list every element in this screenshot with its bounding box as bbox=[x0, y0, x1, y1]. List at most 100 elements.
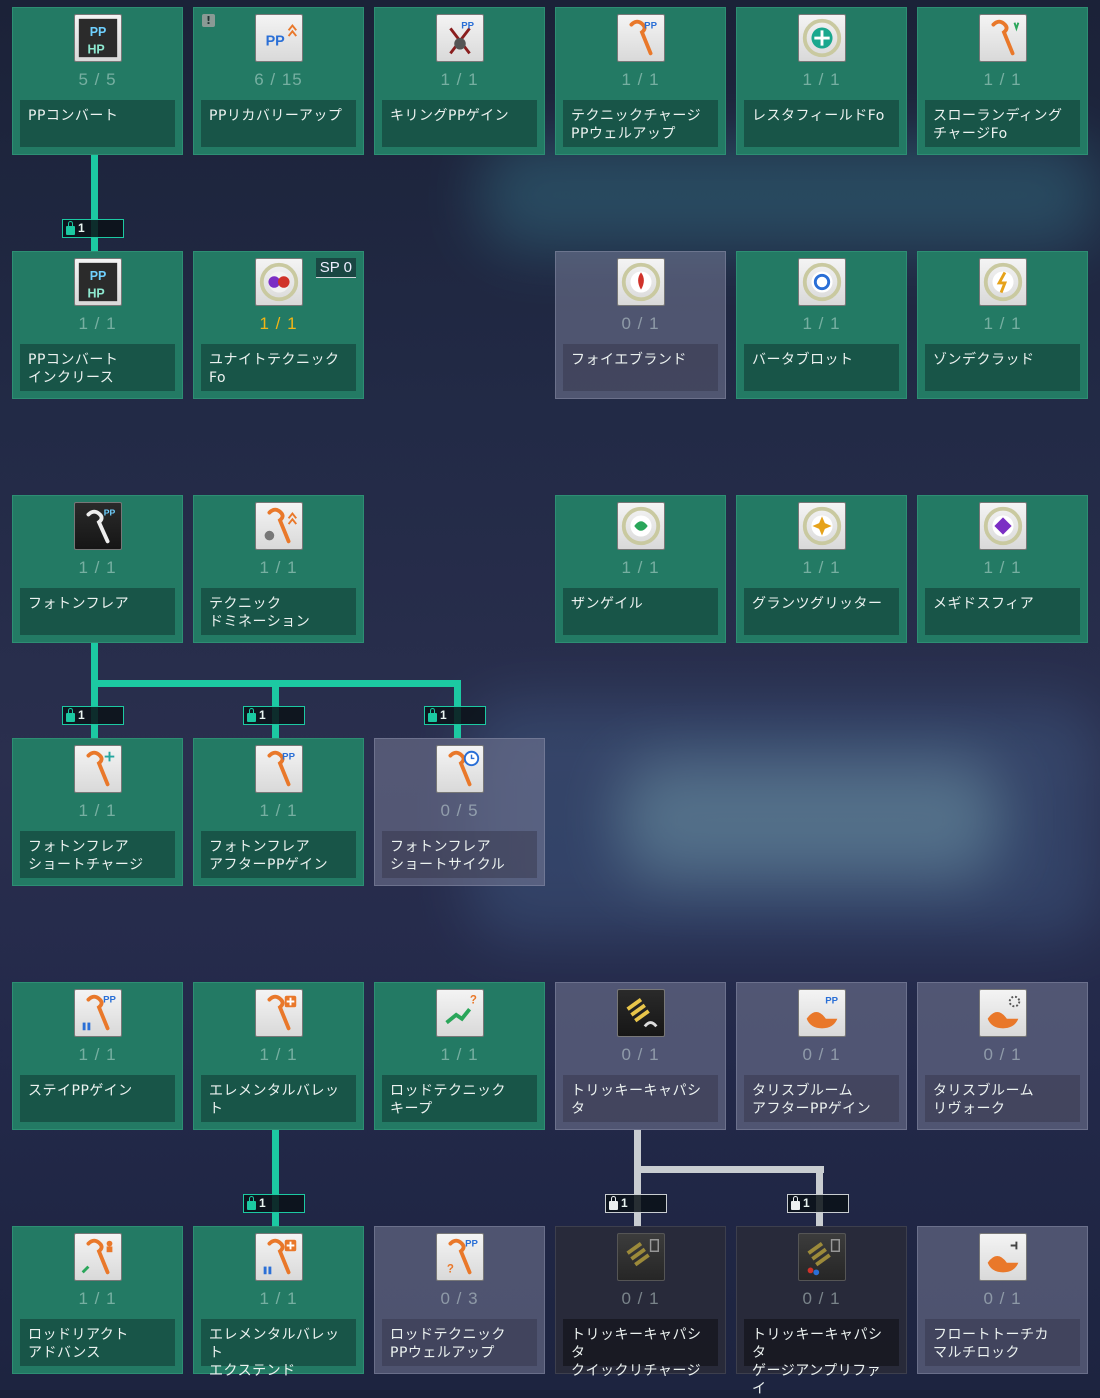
rod-pp-icon: PP bbox=[255, 745, 303, 793]
barta-blot-icon bbox=[798, 258, 846, 306]
rod-clock-icon bbox=[436, 745, 484, 793]
skill-card[interactable]: 0 / 1 トリッキーキャパシタ bbox=[555, 982, 726, 1130]
skill-card[interactable]: 1 / 1 ザンゲイル bbox=[555, 495, 726, 643]
skill-card[interactable]: 1 / 1 グランツグリッター bbox=[736, 495, 907, 643]
skill-card[interactable]: 0 / 1 トリッキーキャパシタ ゲージアンプリファイ bbox=[736, 1226, 907, 1397]
skill-name: ステイPPゲイン bbox=[28, 1083, 133, 1099]
skill-level: 5 / 5 bbox=[78, 70, 117, 89]
lock-icon bbox=[609, 1195, 618, 1210]
skill-card[interactable]: 1 / 1 ゾンデクラッド bbox=[917, 251, 1088, 399]
unlock-requirement: 1 bbox=[424, 706, 486, 725]
skill-card[interactable]: PP HP 5 / 5 PPコンバート bbox=[12, 7, 183, 155]
skill-name: ロッドリアクト アドバンス bbox=[28, 1327, 129, 1361]
technique-domination-icon bbox=[255, 502, 303, 550]
skill-card[interactable]: 0 / 1 タリスブルーム リヴォーク bbox=[917, 982, 1088, 1130]
skill-name-box: フロートトーチカ マルチロック bbox=[925, 1319, 1080, 1366]
zan-gale-icon bbox=[617, 502, 665, 550]
skill-level: 1 / 1 bbox=[621, 558, 660, 577]
skill-card[interactable]: ? 1 / 1 ロッドテクニック キープ bbox=[374, 982, 545, 1130]
lock-icon bbox=[66, 220, 75, 235]
skill-card[interactable]: PP 1 / 1 キリングPPゲイン bbox=[374, 7, 545, 155]
skill-card[interactable]: SP 0 1 / 1 ユナイトテクニックFo bbox=[193, 251, 364, 399]
skill-level: 1 / 1 bbox=[802, 558, 841, 577]
svg-text:PP: PP bbox=[266, 34, 286, 50]
skill-level: 0 / 1 bbox=[621, 1045, 660, 1064]
skill-card[interactable]: PP 1 / 1 ステイPPゲイン bbox=[12, 982, 183, 1130]
skill-name: PPコンバート bbox=[28, 108, 119, 124]
skill-name: エレメンタルバレット bbox=[209, 1083, 340, 1117]
rod-react-icon bbox=[74, 1233, 122, 1281]
lock-count: 1 bbox=[78, 708, 85, 722]
lock-icon bbox=[66, 707, 75, 722]
lock-count: 1 bbox=[621, 1196, 628, 1210]
zonde-clad-icon bbox=[979, 258, 1027, 306]
unlock-requirement: 1 bbox=[62, 706, 124, 725]
skill-name: トリッキーキャパシタ ゲージアンプリファイ bbox=[752, 1327, 883, 1397]
skill-card[interactable]: PP 0 / 1 タリスブルーム アフターPPゲイン bbox=[736, 982, 907, 1130]
skill-card[interactable]: 1 / 1 エレメンタルバレット bbox=[193, 982, 364, 1130]
skill-card[interactable]: PP 1 / 1 フォトンフレア bbox=[12, 495, 183, 643]
skill-name: キリングPPゲイン bbox=[390, 108, 510, 124]
skill-name-box: ロッドテクニック キープ bbox=[382, 1075, 537, 1122]
skill-level: 1 / 1 bbox=[802, 70, 841, 89]
skill-card[interactable]: PP 1 / 1 テクニックチャージ PPウェルアップ bbox=[555, 7, 726, 155]
skill-name: テクニックチャージ PPウェルアップ bbox=[571, 108, 702, 142]
skill-name-box: キリングPPゲイン bbox=[382, 100, 537, 147]
lock-icon bbox=[247, 1195, 256, 1210]
skill-level: 0 / 1 bbox=[802, 1289, 841, 1308]
skill-card[interactable]: PP 1 / 1 フォトンフレア アフターPPゲイン bbox=[193, 738, 364, 886]
lock-icon bbox=[791, 1195, 800, 1210]
skill-card[interactable]: 0 / 1 フォイエブランド bbox=[555, 251, 726, 399]
skill-level: 1 / 1 bbox=[983, 314, 1022, 333]
skill-card[interactable]: 1 / 1 ロッドリアクト アドバンス bbox=[12, 1226, 183, 1374]
unite-technique-icon bbox=[255, 258, 303, 306]
skill-name: フロートトーチカ マルチロック bbox=[933, 1327, 1049, 1361]
skill-level: 1 / 1 bbox=[259, 1289, 298, 1308]
skill-name-box: テクニックチャージ PPウェルアップ bbox=[563, 100, 718, 147]
skill-name: フォトンフレア bbox=[28, 596, 130, 612]
skill-name-box: フォトンフレア ショートチャージ bbox=[20, 831, 175, 878]
pp-recovery-up-icon: PP bbox=[255, 14, 303, 62]
svg-text:PP: PP bbox=[465, 1238, 478, 1249]
skill-name-box: タリスブルーム リヴォーク bbox=[925, 1075, 1080, 1122]
skill-card[interactable]: 1 / 1 テクニック ドミネーション bbox=[193, 495, 364, 643]
rod-technique-keep-icon: ? bbox=[436, 989, 484, 1037]
skill-card[interactable]: 0 / 5 フォトンフレア ショートサイクル bbox=[374, 738, 545, 886]
skill-name: PPリカバリーアップ bbox=[209, 108, 343, 124]
skill-card[interactable]: PP! 6 / 15 PPリカバリーアップ bbox=[193, 7, 364, 155]
svg-text:PP: PP bbox=[104, 507, 116, 517]
skill-name-box: PPコンバート bbox=[20, 100, 175, 147]
lock-icon bbox=[428, 707, 437, 722]
skill-level: 0 / 1 bbox=[621, 314, 660, 333]
skill-card[interactable]: 1 / 1 エレメンタルバレット エクステンド bbox=[193, 1226, 364, 1379]
skill-card[interactable]: 1 / 1 フォトンフレア ショートチャージ bbox=[12, 738, 183, 886]
skill-card[interactable]: 0 / 1 フロートトーチカ マルチロック bbox=[917, 1226, 1088, 1374]
skill-card[interactable]: 0 / 1 トリッキーキャパシタ クイックリチャージ bbox=[555, 1226, 726, 1379]
skill-card[interactable]: 1 / 1 スローランディング チャージFo bbox=[917, 7, 1088, 155]
skill-level: 0 / 5 bbox=[440, 801, 479, 820]
skill-name-box: レスタフィールドFo bbox=[744, 100, 899, 147]
skill-name: PPコンバート インクリース bbox=[28, 352, 119, 386]
pp-hp-convert-icon: PP HP bbox=[74, 258, 122, 306]
skill-card[interactable]: PP? 0 / 3 ロッドテクニック PPウェルアップ bbox=[374, 1226, 545, 1374]
skill-name: フォトンフレア ショートチャージ bbox=[28, 839, 144, 873]
skill-card[interactable]: 1 / 1 レスタフィールドFo bbox=[736, 7, 907, 155]
talis-bloom-revoke-icon bbox=[979, 989, 1027, 1037]
tricky-capacitor-icon bbox=[617, 989, 665, 1037]
skill-card[interactable]: 1 / 1 メギドスフィア bbox=[917, 495, 1088, 643]
skill-name-box: エレメンタルバレット bbox=[201, 1075, 356, 1122]
tricky-capacitor-amplify-icon bbox=[798, 1233, 846, 1281]
skill-name-box: ステイPPゲイン bbox=[20, 1075, 175, 1122]
background-glow bbox=[620, 760, 1000, 880]
skill-card[interactable]: PP HP 1 / 1 PPコンバート インクリース bbox=[12, 251, 183, 399]
skill-name: ザンゲイル bbox=[571, 596, 644, 612]
skill-name-box: フォトンフレア bbox=[20, 588, 175, 635]
skill-name: ゾンデクラッド bbox=[933, 352, 1035, 368]
skill-card[interactable]: 1 / 1 バータブロット bbox=[736, 251, 907, 399]
skill-level: 6 / 15 bbox=[254, 70, 303, 89]
skill-name: テクニック ドミネーション bbox=[209, 596, 311, 630]
unlock-requirement: 1 bbox=[243, 1194, 305, 1213]
unlock-requirement: 1 bbox=[787, 1194, 849, 1213]
skill-name-box: フォトンフレア アフターPPゲイン bbox=[201, 831, 356, 878]
skill-level: 1 / 1 bbox=[440, 1045, 479, 1064]
